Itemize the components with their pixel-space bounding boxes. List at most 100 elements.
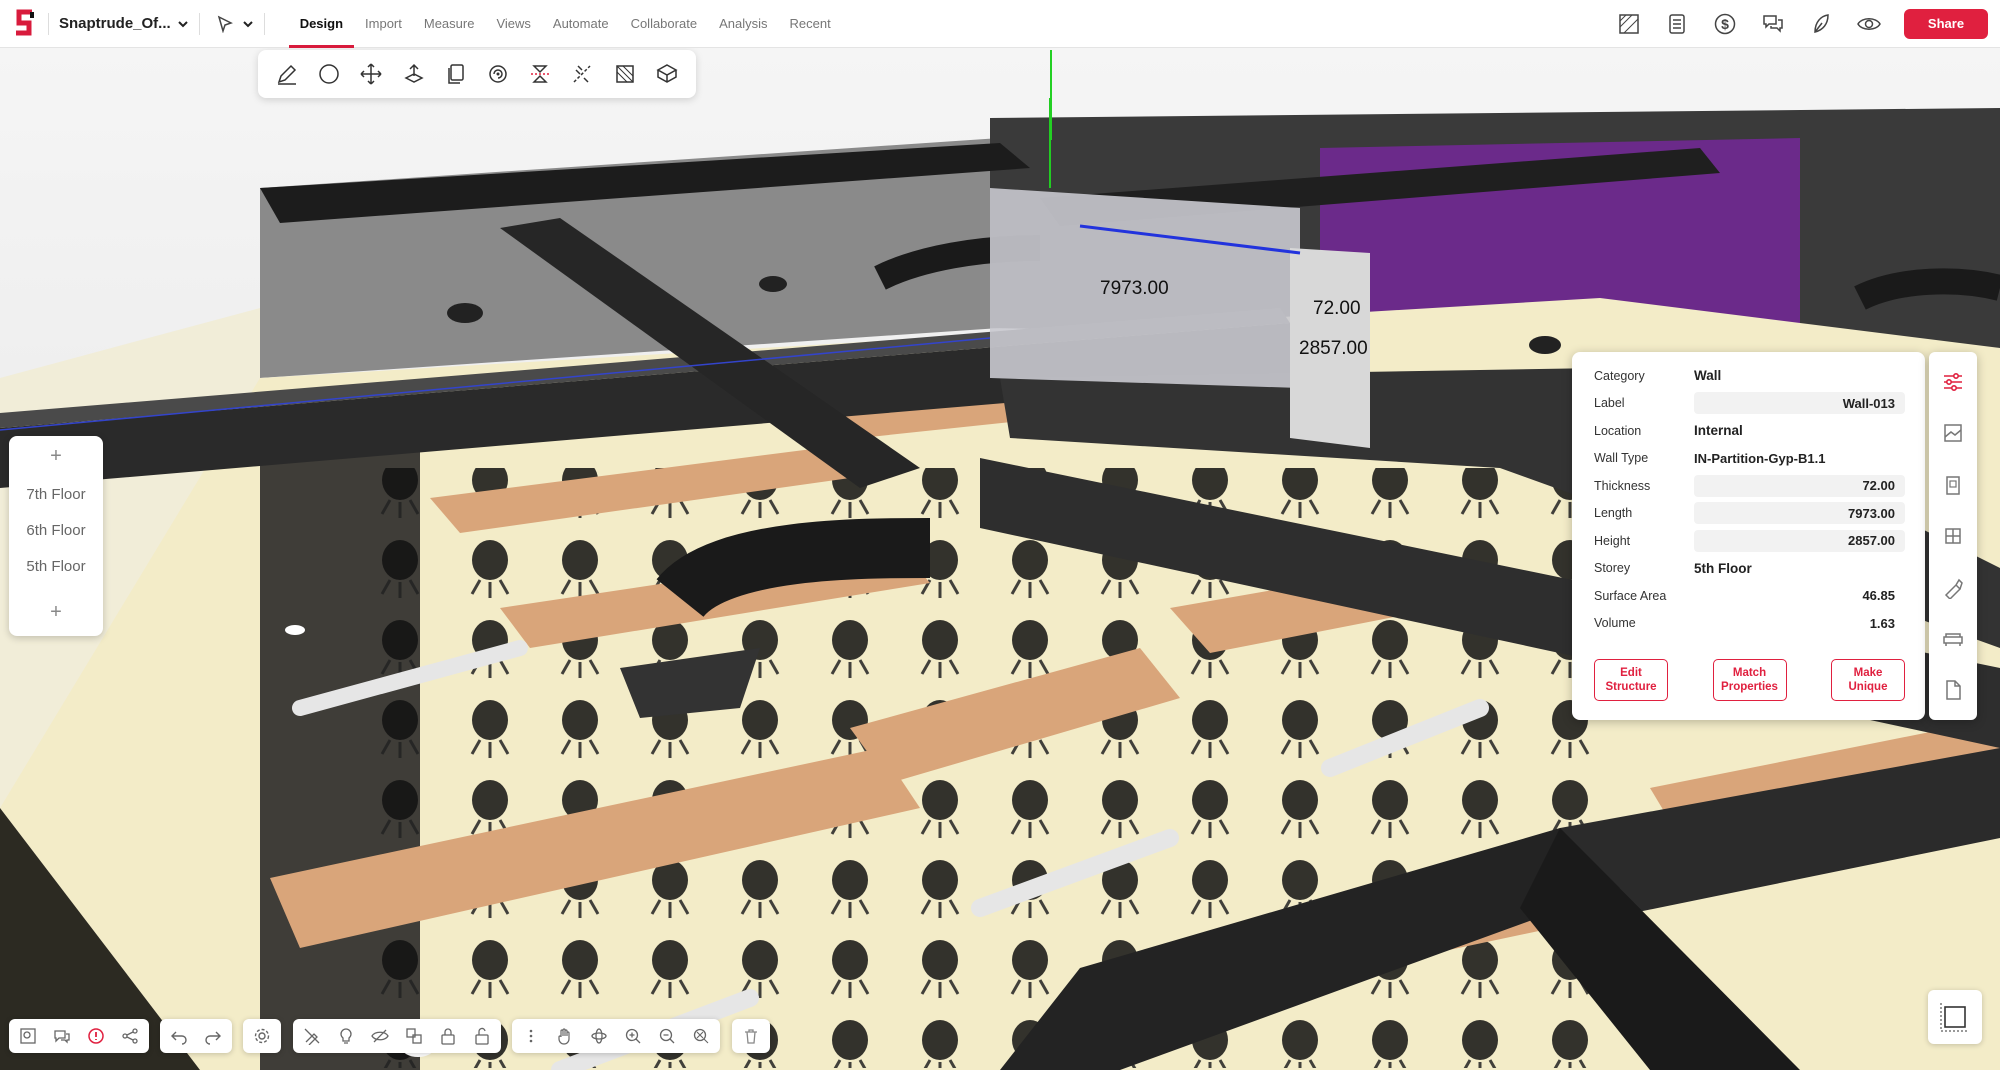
property-actions: Edit Structure Match Properties Make Unique <box>1594 659 1905 701</box>
eye-off-icon[interactable] <box>367 1023 393 1049</box>
move-icon[interactable] <box>357 60 385 88</box>
light-bulb-icon[interactable] <box>333 1023 359 1049</box>
redo-icon[interactable] <box>200 1023 226 1049</box>
error-warning-icon[interactable] <box>83 1023 109 1049</box>
zoom-extents-icon[interactable] <box>688 1023 714 1049</box>
height-input[interactable]: 2857.00 <box>1694 529 1905 552</box>
bottom-toolbar-visibility <box>293 1019 501 1053</box>
sustainability-leaf-icon[interactable] <box>1808 11 1834 37</box>
eye-icon[interactable] <box>1856 11 1882 37</box>
tab-measure[interactable]: Measure <box>413 0 486 48</box>
lock-icon[interactable] <box>435 1023 461 1049</box>
property-row-surface-area: Surface Area 46.85 <box>1594 582 1905 610</box>
property-value: 1.63 <box>1869 615 1895 631</box>
make-unique-button[interactable]: Make Unique <box>1831 659 1905 701</box>
more-vertical-icon[interactable] <box>518 1023 544 1049</box>
rotate-icon[interactable] <box>484 60 512 88</box>
select-tool-dropdown[interactable] <box>216 15 254 33</box>
split-icon[interactable] <box>568 60 596 88</box>
tab-design[interactable]: Design <box>288 0 355 48</box>
property-row-length: Length 7973.00 <box>1594 500 1905 528</box>
comments-icon[interactable] <box>1760 11 1786 37</box>
zoom-out-icon[interactable] <box>654 1023 680 1049</box>
schedule-icon[interactable] <box>1664 11 1690 37</box>
property-row-wall-type: Wall Type IN-Partition-Gyp-B1.1 <box>1594 445 1905 473</box>
add-storey-below-button[interactable]: + <box>9 592 103 632</box>
cursor-icon <box>217 15 233 33</box>
tab-automate[interactable]: Automate <box>542 0 620 48</box>
orbit-icon[interactable] <box>586 1023 612 1049</box>
zoom-in-icon[interactable] <box>620 1023 646 1049</box>
project-name: Snaptrude_Of... <box>59 15 171 32</box>
chat-icon[interactable] <box>49 1023 75 1049</box>
length-input[interactable]: 7973.00 <box>1694 502 1905 525</box>
label-input[interactable]: Wall-013 <box>1694 392 1905 415</box>
furniture-sofa-icon[interactable] <box>1937 617 1969 661</box>
chevron-down-icon <box>242 20 253 27</box>
unlock-icon[interactable] <box>469 1023 495 1049</box>
draw-pencil-icon[interactable] <box>273 60 301 88</box>
property-row-category: Category Wall <box>1594 362 1905 390</box>
property-label: Thickness <box>1594 478 1651 493</box>
y-axis-line <box>1050 50 1052 140</box>
property-row-location: Location Internal <box>1594 417 1905 445</box>
divider <box>198 12 200 35</box>
share-button[interactable]: Share <box>1904 8 1988 39</box>
match-properties-button[interactable]: Match Properties <box>1712 659 1787 701</box>
dimension-length-label: 7973.00 <box>1100 278 1169 299</box>
storey-item[interactable]: 5th Floor <box>9 548 103 584</box>
divider <box>263 12 265 35</box>
property-value: Internal <box>1694 423 1743 439</box>
settings-gear-icon[interactable] <box>249 1023 275 1049</box>
snaptrude-logo[interactable] <box>12 9 38 39</box>
cost-dollar-icon[interactable]: $ <box>1712 11 1738 37</box>
view-cube-icon <box>1940 1003 1969 1032</box>
property-label: Length <box>1594 506 1633 521</box>
add-storey-above-button[interactable]: + <box>9 436 103 476</box>
tab-import[interactable]: Import <box>354 0 413 48</box>
property-value: 46.85 <box>1862 588 1895 604</box>
bottom-toolbar-delete <box>732 1019 770 1053</box>
edit-structure-button[interactable]: Edit Structure <box>1594 659 1668 701</box>
tab-analysis[interactable]: Analysis <box>708 0 778 48</box>
tab-views[interactable]: Views <box>485 0 541 48</box>
properties-panel: Category Wall Label Wall-013 Location In… <box>1572 352 1925 720</box>
door-icon[interactable] <box>1937 463 1969 507</box>
property-row-thickness: Thickness 72.00 <box>1594 472 1905 500</box>
property-label: Location <box>1594 423 1642 438</box>
brush-off-icon[interactable] <box>299 1023 325 1049</box>
property-label: Label <box>1594 396 1625 411</box>
tab-recent[interactable]: Recent <box>778 0 841 48</box>
bottom-toolbar-review <box>9 1019 149 1053</box>
storey-item[interactable]: 7th Floor <box>9 476 103 512</box>
storey-item[interactable]: 6th Floor <box>9 512 103 548</box>
image-import-icon[interactable] <box>1937 411 1969 455</box>
property-label: Storey <box>1594 561 1631 576</box>
main-tabs: Design Import Measure Views Automate Collabor… <box>288 0 842 48</box>
trash-icon[interactable] <box>738 1023 764 1049</box>
drawing-sheet-icon[interactable] <box>1616 11 1642 37</box>
flip-mirror-icon[interactable] <box>526 60 554 88</box>
isolate-icon[interactable] <box>401 1023 427 1049</box>
circle-icon[interactable] <box>315 60 343 88</box>
thickness-input[interactable]: 72.00 <box>1694 474 1905 497</box>
undo-icon[interactable] <box>166 1023 192 1049</box>
share-nodes-icon[interactable] <box>117 1023 143 1049</box>
search-view-icon[interactable] <box>15 1023 41 1049</box>
storey-value[interactable]: 5th Floor <box>1694 561 1905 576</box>
wall-type-value[interactable]: IN-Partition-Gyp-B1.1 <box>1694 451 1905 466</box>
project-name-dropdown[interactable]: Snaptrude_Of... <box>59 15 189 32</box>
button-label: Match <box>1732 667 1767 679</box>
view-toggle-button[interactable] <box>1928 990 1982 1044</box>
copy-icon[interactable] <box>442 60 470 88</box>
pan-hand-icon[interactable] <box>552 1023 578 1049</box>
push-pull-icon[interactable] <box>400 60 428 88</box>
3d-box-icon[interactable] <box>653 60 681 88</box>
tab-collaborate[interactable]: Collaborate <box>620 0 709 48</box>
properties-sliders-icon[interactable] <box>1937 360 1969 404</box>
chevron-down-icon <box>177 20 188 27</box>
section-icon[interactable] <box>611 60 639 88</box>
material-brush-icon[interactable] <box>1937 566 1969 610</box>
document-icon[interactable] <box>1937 669 1969 713</box>
window-icon[interactable] <box>1937 514 1969 558</box>
